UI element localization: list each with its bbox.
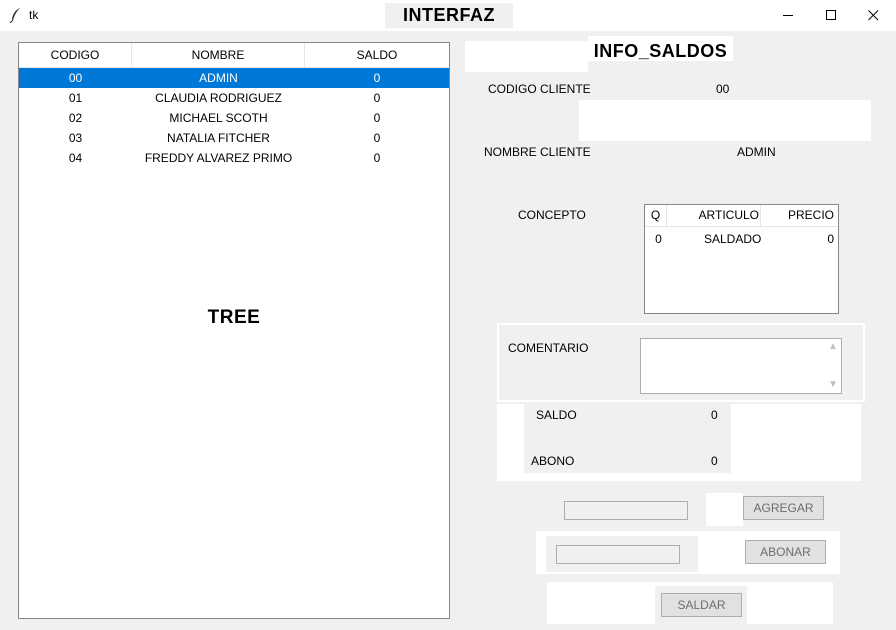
agregar-padding <box>706 493 743 526</box>
saldo-label: SALDO <box>536 408 577 422</box>
maximize-icon <box>825 10 836 20</box>
column-header-nombre[interactable]: NOMBRE <box>132 43 305 67</box>
title-bar: tk INTERFAZ <box>0 0 896 31</box>
column-header-articulo[interactable]: ARTICULO <box>667 205 761 226</box>
concepto-row[interactable]: 0 SALDADO 0 <box>645 229 838 249</box>
saldar-button[interactable]: SALDAR <box>661 593 742 617</box>
cell-nombre: CLAUDIA RODRIGUEZ <box>155 91 282 105</box>
abonar-entry[interactable] <box>556 545 680 564</box>
scroll-down-icon[interactable]: ▼ <box>827 379 839 391</box>
nombre-cliente-label: NOMBRE CLIENTE <box>484 145 591 159</box>
cell-nombre: ADMIN <box>199 71 238 85</box>
cell-saldo: 0 <box>373 131 381 145</box>
cell-codigo: 00 <box>68 71 83 85</box>
cell-saldo: 0 <box>373 91 381 105</box>
tree-header: CODIGO NOMBRE SALDO <box>19 43 449 68</box>
abono-label: ABONO <box>531 454 575 468</box>
close-icon <box>867 10 878 21</box>
concepto-header: Q ARTICULO PRECIO <box>645 205 838 227</box>
column-header-codigo[interactable]: CODIGO <box>19 43 132 67</box>
tree-row[interactable]: 03 NATALIA FITCHER 0 <box>19 128 449 148</box>
cell-nombre: NATALIA FITCHER <box>167 131 270 145</box>
minimize-icon <box>782 15 793 16</box>
cell-nombre: FREDDY ALVAREZ PRIMO <box>144 151 293 165</box>
close-button[interactable] <box>850 0 896 31</box>
info-title-padding <box>465 41 588 72</box>
cell-saldo: 0 <box>373 151 381 165</box>
column-header-q[interactable]: Q <box>645 205 667 226</box>
cell-codigo: 04 <box>68 151 83 165</box>
abonar-button[interactable]: ABONAR <box>745 540 826 564</box>
maximize-button[interactable] <box>808 0 854 31</box>
concepto-tree[interactable]: Q ARTICULO PRECIO 0 SALDADO 0 <box>644 204 839 314</box>
clients-tree[interactable]: CODIGO NOMBRE SALDO 00 ADMIN 0 01 CLAUDI… <box>18 42 450 619</box>
cell-nombre: MICHAEL SCOTH <box>169 111 268 125</box>
cell-q: 0 <box>655 232 662 246</box>
codigo-cliente-label: CODIGO CLIENTE <box>488 82 591 96</box>
column-header-precio[interactable]: PRECIO <box>761 205 834 226</box>
concepto-label: CONCEPTO <box>518 208 586 222</box>
comentario-label: COMENTARIO <box>508 341 589 355</box>
cell-articulo: SALDADO <box>704 232 762 246</box>
nombre-cliente-value: ADMIN <box>737 145 776 159</box>
cell-codigo: 03 <box>68 131 83 145</box>
scroll-up-icon[interactable]: ▲ <box>827 341 839 353</box>
tree-label: TREE <box>207 307 261 328</box>
minimize-button[interactable] <box>765 0 811 31</box>
tree-row[interactable]: 04 FREDDY ALVAREZ PRIMO 0 <box>19 148 449 168</box>
tree-row[interactable]: 01 CLAUDIA RODRIGUEZ 0 <box>19 88 449 108</box>
agregar-button[interactable]: AGREGAR <box>743 496 824 520</box>
tk-feather-icon <box>9 8 20 23</box>
codigo-cliente-value: 00 <box>716 82 730 96</box>
comentario-textarea[interactable]: ▲ ▼ <box>640 338 842 394</box>
cell-codigo: 01 <box>68 91 83 105</box>
cell-saldo: 0 <box>373 111 381 125</box>
info-title: INFO_SALDOS <box>588 36 733 61</box>
tree-row[interactable]: 00 ADMIN 0 <box>19 68 449 88</box>
window-title: INTERFAZ <box>385 3 513 28</box>
codigo-value-padding <box>579 100 871 141</box>
cell-precio: 0 <box>827 232 834 246</box>
abono-value: 0 <box>711 454 718 468</box>
cell-saldo: 0 <box>373 71 381 85</box>
window-app-name: tk <box>29 8 39 22</box>
saldo-value: 0 <box>711 408 718 422</box>
cell-codigo: 02 <box>68 111 83 125</box>
agregar-entry[interactable] <box>564 501 688 520</box>
column-header-saldo[interactable]: SALDO <box>305 43 449 67</box>
tree-row[interactable]: 02 MICHAEL SCOTH 0 <box>19 108 449 128</box>
